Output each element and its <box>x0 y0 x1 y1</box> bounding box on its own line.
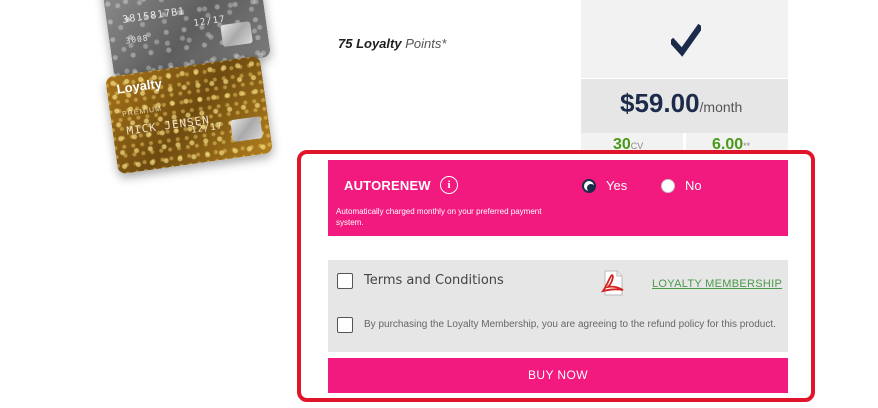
card-tier: PREMIUM <box>121 105 163 119</box>
card-number: 3815817B1 <box>121 6 186 26</box>
info-icon[interactable]: i <box>440 176 458 194</box>
card-holder-id: 3008 <box>124 33 150 46</box>
autorenew-no-label[interactable]: No <box>685 178 702 193</box>
pdf-icon[interactable] <box>600 270 626 296</box>
points-suffix: Points* <box>405 36 447 51</box>
price-amount: $59.00 <box>620 88 700 118</box>
buy-now-button[interactable]: BUY NOW <box>328 358 788 393</box>
autorenew-yes-radio[interactable] <box>582 179 596 193</box>
autorenew-description: Automatically charged monthly on your pr… <box>336 207 542 227</box>
loyalty-points-text: 75 Loyalty Points* <box>338 36 446 51</box>
price-period: /month <box>699 99 743 115</box>
autorenew-title: AUTORENEW <box>344 178 431 193</box>
card-brand: Loyalty <box>115 75 163 97</box>
checkmark-icon <box>671 24 701 57</box>
points-amount: 75 Loyalty <box>338 36 402 51</box>
autorenew-no-radio[interactable] <box>661 179 675 193</box>
terms-checkbox[interactable] <box>337 273 353 289</box>
card-chip <box>230 116 263 143</box>
gold-loyalty-card: Loyalty PREMIUM MICK JENSEN 12/17 <box>104 55 274 175</box>
refund-policy-checkbox[interactable] <box>337 317 353 333</box>
autorenew-yes-label[interactable]: Yes <box>606 178 627 193</box>
card-chip <box>220 21 253 48</box>
price-display: $59.00/month <box>620 88 742 119</box>
loyalty-membership-link[interactable]: LOYALTY MEMBERSHIP <box>652 278 782 290</box>
refund-policy-text: By purchasing the Loyalty Membership, yo… <box>364 319 776 330</box>
terms-label: Terms and Conditions <box>364 273 504 288</box>
